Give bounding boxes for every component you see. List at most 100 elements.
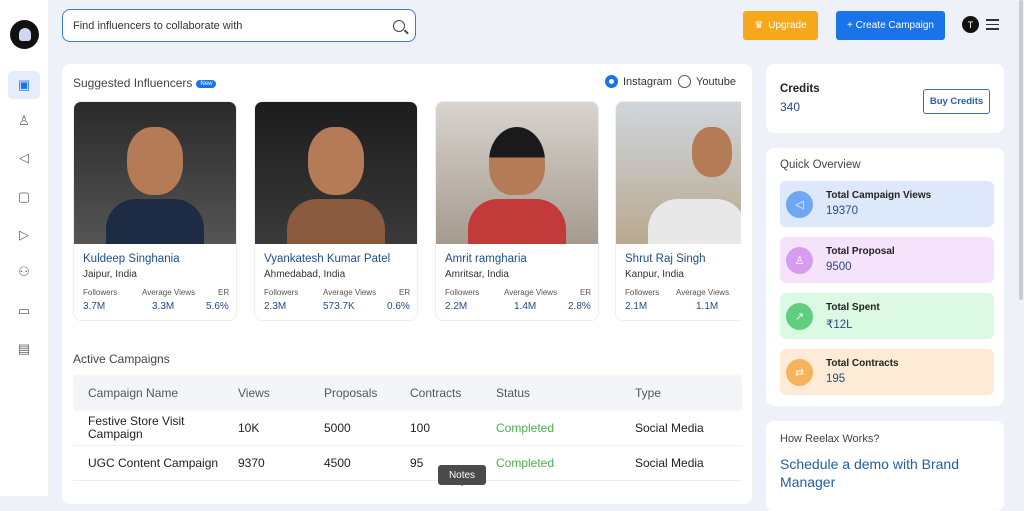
table-header: Campaign Name Views Proposals Contracts …	[73, 375, 742, 411]
team-icon[interactable]: ⚇	[8, 258, 40, 286]
influencer-location: Amritsar, India	[445, 269, 509, 280]
how-it-works-card: How Reelax Works? Schedule a demo with B…	[766, 421, 1004, 511]
stat-label: Followers	[83, 288, 118, 297]
influencer-name[interactable]: Shrut Raj Singh	[625, 253, 706, 265]
column-header: Views	[238, 386, 270, 400]
proposals-cell: 4500	[324, 456, 351, 470]
schedule-demo-link[interactable]: Schedule a demo with Brand Manager	[780, 455, 990, 491]
hamburger-menu-icon[interactable]	[986, 19, 999, 33]
influencer-card[interactable]: Amrit ramgharia Amritsar, India Follower…	[435, 101, 599, 321]
video-add-icon[interactable]: ▷	[8, 221, 40, 249]
status-cell: Completed	[496, 456, 555, 470]
radio-empty-icon	[678, 75, 691, 88]
stat-label: Average Views	[504, 288, 558, 297]
stat-label: Average Views	[676, 288, 730, 297]
campaign-name[interactable]: UGC Content Campaign	[73, 456, 238, 470]
stat-contracts: ⇄ Total Contracts 195	[780, 349, 994, 395]
how-title: How Reelax Works?	[780, 433, 880, 445]
radio-selected-icon	[605, 75, 618, 88]
stat-campaign-views: ◁ Total Campaign Views 19370	[780, 181, 994, 227]
influencer-location: Kanpur, India	[625, 269, 684, 280]
upgrade-label: Upgrade	[768, 20, 807, 31]
megaphone-icon[interactable]: ◁	[8, 144, 40, 172]
views-cell: 9370	[238, 456, 265, 470]
campaign-name[interactable]: Festive Store Visit Campaign	[73, 415, 238, 441]
create-campaign-button[interactable]: + Create Campaign	[836, 11, 945, 40]
influencer-photo	[616, 102, 741, 244]
stat-proposal: ♙ Total Proposal 9500	[780, 237, 994, 283]
wallet-icon[interactable]: ▤	[8, 335, 40, 363]
contact-card-icon[interactable]: ▢	[8, 183, 40, 211]
search-bar[interactable]	[62, 9, 416, 42]
main-panel: Suggested Influencers New Instagram Youtu…	[62, 64, 752, 504]
sidebar: ▣ ♙ ◁ ▢ ▷ ⚇ ▭ ▤	[0, 0, 48, 496]
influencer-photo	[74, 102, 236, 244]
chat-icon[interactable]: ▭	[8, 297, 40, 325]
avg-views-value: 573.7K	[323, 301, 355, 312]
avg-views-value: 1.4M	[514, 301, 537, 312]
user-icon: ♙	[786, 247, 813, 274]
influencer-card[interactable]: Kuldeep Singhania Jaipur, India Follower…	[73, 101, 237, 321]
influencer-name[interactable]: Vyankatesh Kumar Patel	[264, 253, 390, 265]
quick-overview-title: Quick Overview	[780, 159, 861, 171]
er-value: 2.8%	[568, 301, 591, 312]
column-header: Type	[635, 386, 662, 400]
create-campaign-label: + Create Campaign	[847, 20, 934, 31]
stat-spent: ↗ Total Spent ₹12L	[780, 293, 994, 339]
avg-views-value: 3.3M	[152, 301, 175, 312]
stat-label: Followers	[625, 288, 660, 297]
status-cell: Completed	[496, 421, 555, 435]
er-value: 0.6%	[387, 301, 410, 312]
buy-credits-button[interactable]: Buy Credits	[923, 89, 990, 114]
proposals-cell: 5000	[324, 421, 351, 435]
column-header: Proposals	[324, 386, 378, 400]
column-header: Contracts	[410, 386, 462, 400]
er-value: 5.6%	[206, 301, 229, 312]
credits-card: Credits 340 Buy Credits	[766, 64, 1004, 133]
followers-value: 2.2M	[445, 301, 468, 312]
credits-value: 340	[780, 100, 801, 114]
influencer-location: Ahmedabad, India	[264, 269, 346, 280]
stat-label: ER	[399, 288, 411, 297]
avg-views-value: 1.1M	[696, 301, 719, 312]
upgrade-button[interactable]: ♛ Upgrade	[743, 11, 818, 40]
stat-label: Average Views	[323, 288, 377, 297]
influencer-name[interactable]: Kuldeep Singhania	[83, 253, 180, 265]
crown-icon: ♛	[754, 20, 764, 31]
quick-overview-card: Quick Overview ◁ Total Campaign Views 1937…	[766, 148, 1004, 406]
influencer-card[interactable]: Vyankatesh Kumar Patel Ahmedabad, India …	[254, 101, 418, 321]
followers-value: 3.7M	[83, 301, 106, 312]
influencer-name[interactable]: Amrit ramgharia	[445, 253, 527, 265]
radio-youtube[interactable]: Youtube	[678, 75, 736, 88]
column-header: Status	[496, 386, 531, 400]
table-row[interactable]: UGC Content Campaign 9370 4500 95 Comple…	[73, 446, 742, 481]
column-header: Campaign Name	[88, 386, 179, 400]
stat-label: Average Views	[142, 288, 196, 297]
profile-icon[interactable]: ♙	[8, 107, 40, 135]
influencer-location: Jaipur, India	[83, 269, 137, 280]
credits-label: Credits	[780, 83, 820, 95]
influencer-carousel: Kuldeep Singhania Jaipur, India Follower…	[73, 101, 741, 323]
dashboard-icon[interactable]: ▣	[8, 71, 40, 99]
views-cell: 10K	[238, 421, 260, 435]
logo[interactable]	[10, 20, 39, 49]
influencer-photo	[436, 102, 598, 244]
influencer-photo	[255, 102, 417, 244]
table-row[interactable]: Festive Store Visit Campaign 10K 5000 10…	[73, 411, 742, 446]
campaigns-table: Campaign Name Views Proposals Contracts …	[73, 375, 742, 481]
notes-tooltip[interactable]: Notes	[438, 465, 486, 486]
new-badge: New	[196, 79, 217, 88]
search-input[interactable]	[73, 19, 393, 32]
followers-value: 2.3M	[264, 301, 287, 312]
scrollbar[interactable]	[1019, 0, 1023, 300]
avatar[interactable]: T	[962, 16, 979, 33]
influencer-card[interactable]: Shrut Raj Singh Kanpur, India Followers …	[615, 101, 741, 321]
stat-label: ER	[580, 288, 592, 297]
stat-label: ER	[218, 288, 230, 297]
radio-instagram[interactable]: Instagram	[605, 75, 672, 88]
search-icon[interactable]	[393, 19, 405, 32]
type-cell: Social Media	[635, 456, 704, 470]
active-campaigns-title: Active Campaigns	[73, 352, 170, 366]
stat-label: Followers	[445, 288, 480, 297]
export-icon: ↗	[786, 303, 813, 330]
